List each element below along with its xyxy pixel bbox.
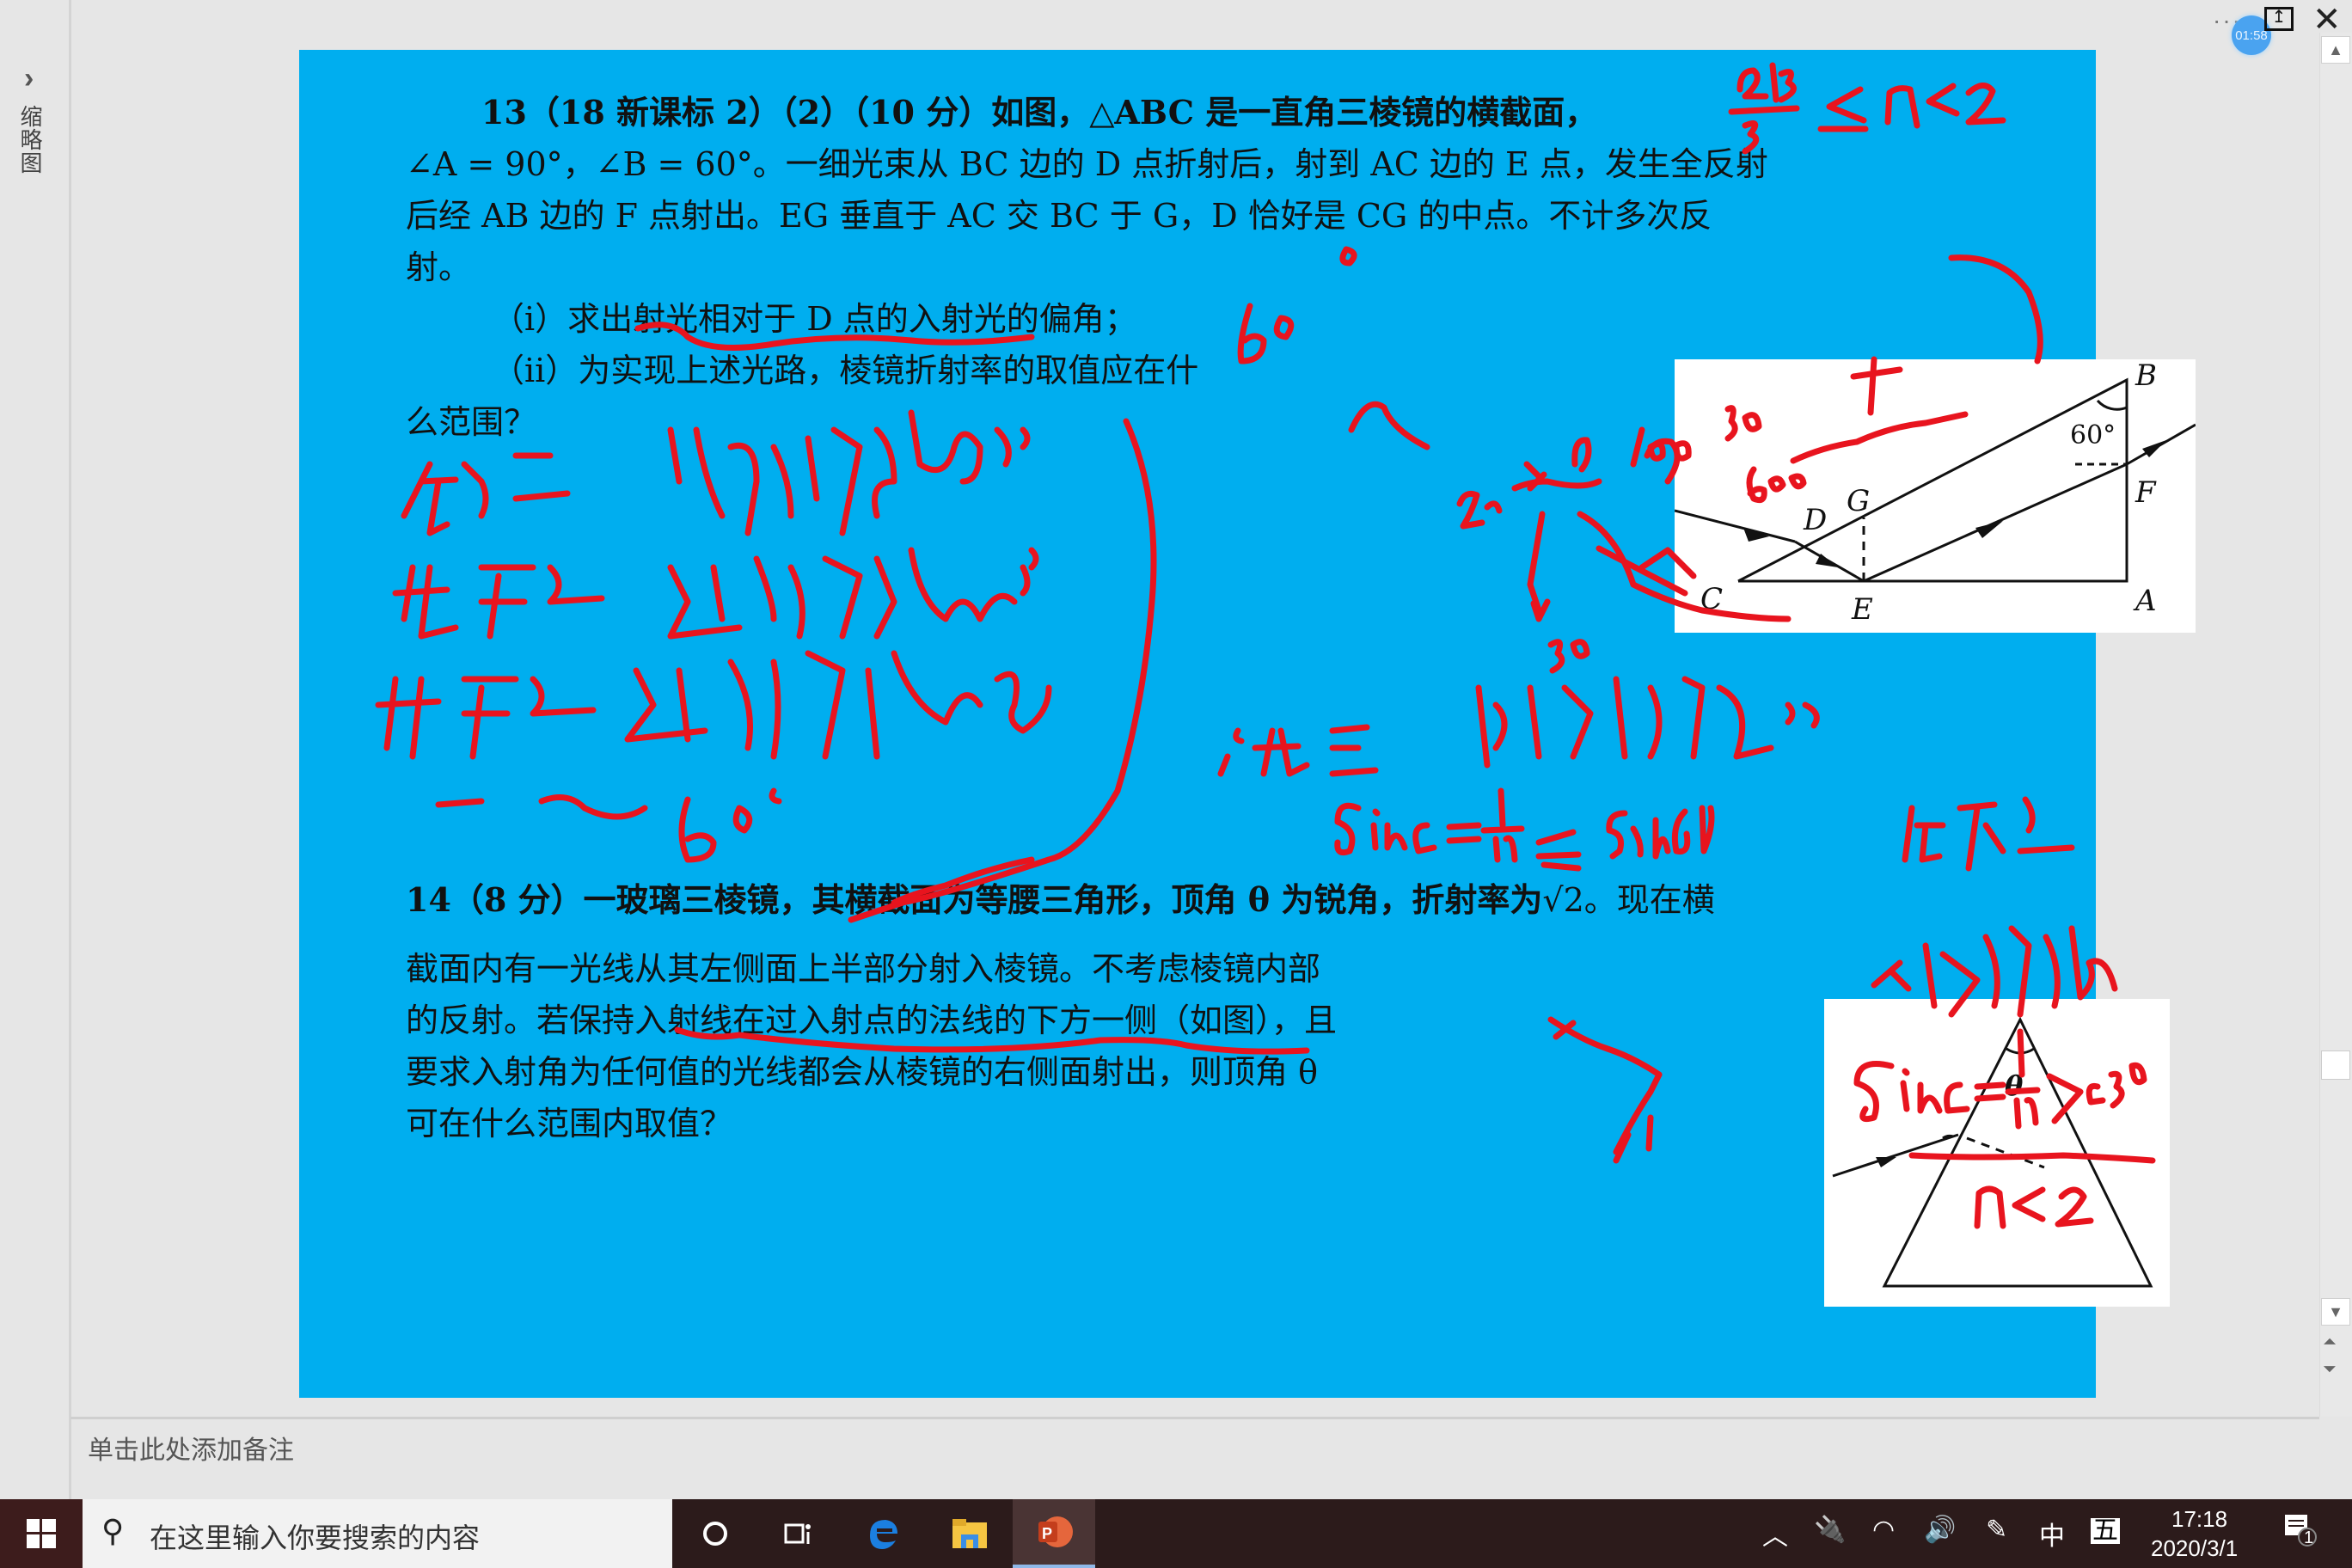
- label-a: A: [2133, 584, 2157, 618]
- q14-line-5: 可在什么范围内取值？: [406, 1105, 733, 1142]
- slide-canvas[interactable]: 13（18 新课标 2）（2）（10 分）如图，△ABC 是一直角三棱镜的横截面…: [299, 50, 2196, 1398]
- arrow-4: [2142, 440, 2166, 457]
- ime-mode-indicator[interactable]: 五: [2091, 1518, 2120, 1544]
- search-placeholder[interactable]: 在这里输入你要搜索的内容: [150, 1516, 480, 1556]
- edge-browser-icon[interactable]: [842, 1499, 925, 1568]
- edge-logo: [870, 1520, 897, 1549]
- task-view-icon[interactable]: [756, 1499, 839, 1568]
- q14-line-4: 要求入射角为任何值的光线都会从棱镜的右侧面射出，则顶角 θ: [406, 1053, 1318, 1091]
- powerpoint-icon[interactable]: P: [1013, 1499, 1095, 1568]
- q13-part-ii: （ii）为实现上述光路，棱镜折射率的取值应在什: [492, 352, 1199, 389]
- windows-logo: [27, 1519, 56, 1548]
- cortana-circle-icon[interactable]: [674, 1499, 756, 1568]
- clock-date[interactable]: 2020/3/1: [2151, 1535, 2238, 1562]
- label-d: D: [1803, 503, 1827, 537]
- arrow: [1876, 1157, 1896, 1167]
- cortana-ring: [703, 1522, 727, 1546]
- thumbnail-pane-label[interactable]: 缩略图: [17, 105, 46, 175]
- pen-icon[interactable]: ✎: [1986, 1515, 2007, 1545]
- thumbnail-pane: [0, 0, 71, 1500]
- folder-icon[interactable]: [928, 1499, 1011, 1568]
- previous-slide-icon[interactable]: ⏶: [2323, 1332, 2337, 1352]
- q13-line-2: ∠A = 90°，∠B = 60°。一细光束从 BC 边的 D 点折射后，射到 …: [406, 145, 1768, 183]
- scroll-down-button[interactable]: ▼: [2321, 1298, 2350, 1326]
- tray-chevron-up-icon[interactable]: ︿: [1762, 1515, 1788, 1553]
- label-e: E: [1851, 592, 1873, 627]
- label-g: G: [1847, 484, 1870, 518]
- label-theta: θ: [2005, 1069, 2024, 1102]
- task-view-glyph: [784, 1523, 811, 1544]
- q13-part-ii-cont: 么范围？: [406, 403, 537, 441]
- clock-time[interactable]: 17:18: [2171, 1506, 2227, 1533]
- svg-text:P: P: [1042, 1525, 1052, 1542]
- prism-figure-abc: B G D F C E A 60°: [1674, 358, 2196, 633]
- label-b: B: [2135, 359, 2157, 393]
- isosceles-prism-figure: θ: [1824, 999, 2170, 1307]
- file-explorer-logo: [952, 1519, 987, 1548]
- next-slide-icon[interactable]: ⏷: [2323, 1360, 2337, 1380]
- q13-line-1: 13（18 新课标 2）（2）（10 分）如图，△ABC 是一直角三棱镜的横截面…: [481, 93, 1598, 132]
- q13-line-3: 后经 AB 边的 F 点射出。EG 垂直于 AC 交 BC 于 G，D 恰好是 …: [406, 197, 1712, 235]
- incident-ray: [1832, 1133, 1959, 1178]
- theta-arc: [2006, 1047, 2035, 1055]
- label-f: F: [2135, 475, 2157, 510]
- q13-part-i: （i）求出射光相对于 D 点的入射光的偏角；: [492, 300, 1137, 338]
- q13-line-4: 射。: [406, 248, 472, 286]
- wifi-icon[interactable]: ◠: [1872, 1515, 1895, 1545]
- reflected-ray: [1863, 462, 2128, 583]
- q14-line-2: 截面内有一光线从其左侧面上半部分射入棱镜。不考虑棱镜内部: [406, 950, 1321, 988]
- isosceles-triangle: [1882, 1016, 2153, 1288]
- q14-line-3: 的反射。若保持入射线在过入射点的法线的下方一侧（如图），且: [406, 1001, 1338, 1039]
- restore-window-icon[interactable]: ↥: [2264, 7, 2294, 31]
- arrow-3: [1975, 521, 2003, 538]
- powerpoint-logo: P: [1038, 1516, 1073, 1547]
- angle-b-arc: [2096, 399, 2128, 411]
- volume-icon[interactable]: 🔊: [1924, 1515, 1956, 1545]
- q14-sqrt2: √2: [1542, 881, 1584, 919]
- right-triangle-diagram: B G D F C E A 60°: [1674, 358, 2196, 627]
- search-icon: ⚲: [101, 1513, 125, 1548]
- q14-line-1: 14（8 分）一玻璃三棱镜，其横截面为等腰三角形，顶角 θ 为锐角，折射率为√2…: [406, 880, 1715, 920]
- scroll-up-button[interactable]: ▲: [2321, 36, 2350, 64]
- isosceles-triangle-diagram: θ: [1832, 1016, 2153, 1288]
- notes-divider: [70, 1417, 2319, 1419]
- chevron-right-icon[interactable]: ›: [24, 62, 34, 95]
- battery-charging-icon[interactable]: 🔌: [1814, 1515, 1846, 1545]
- q14-line-1-prefix: 14（8 分）一玻璃三棱镜，其横截面为等腰三角形，顶角 θ 为锐角，折射率为: [406, 880, 1543, 919]
- normal-line: [1966, 1136, 2045, 1169]
- ime-language-indicator[interactable]: 中: [2039, 1515, 2065, 1553]
- scroll-thumb[interactable]: [2321, 1050, 2350, 1080]
- q14-line-1-suffix: 。现在横: [1583, 881, 1715, 919]
- notification-count: 1: [2304, 1528, 2314, 1547]
- incident-ray: [1674, 509, 1796, 543]
- label-c: C: [1700, 582, 1723, 616]
- windows-start-icon[interactable]: [0, 1499, 83, 1568]
- vertical-scrollbar[interactable]: [2319, 33, 2352, 1417]
- label-angle-60: 60°: [2070, 420, 2116, 450]
- notes-placeholder[interactable]: 单击此处添加备注: [88, 1429, 294, 1467]
